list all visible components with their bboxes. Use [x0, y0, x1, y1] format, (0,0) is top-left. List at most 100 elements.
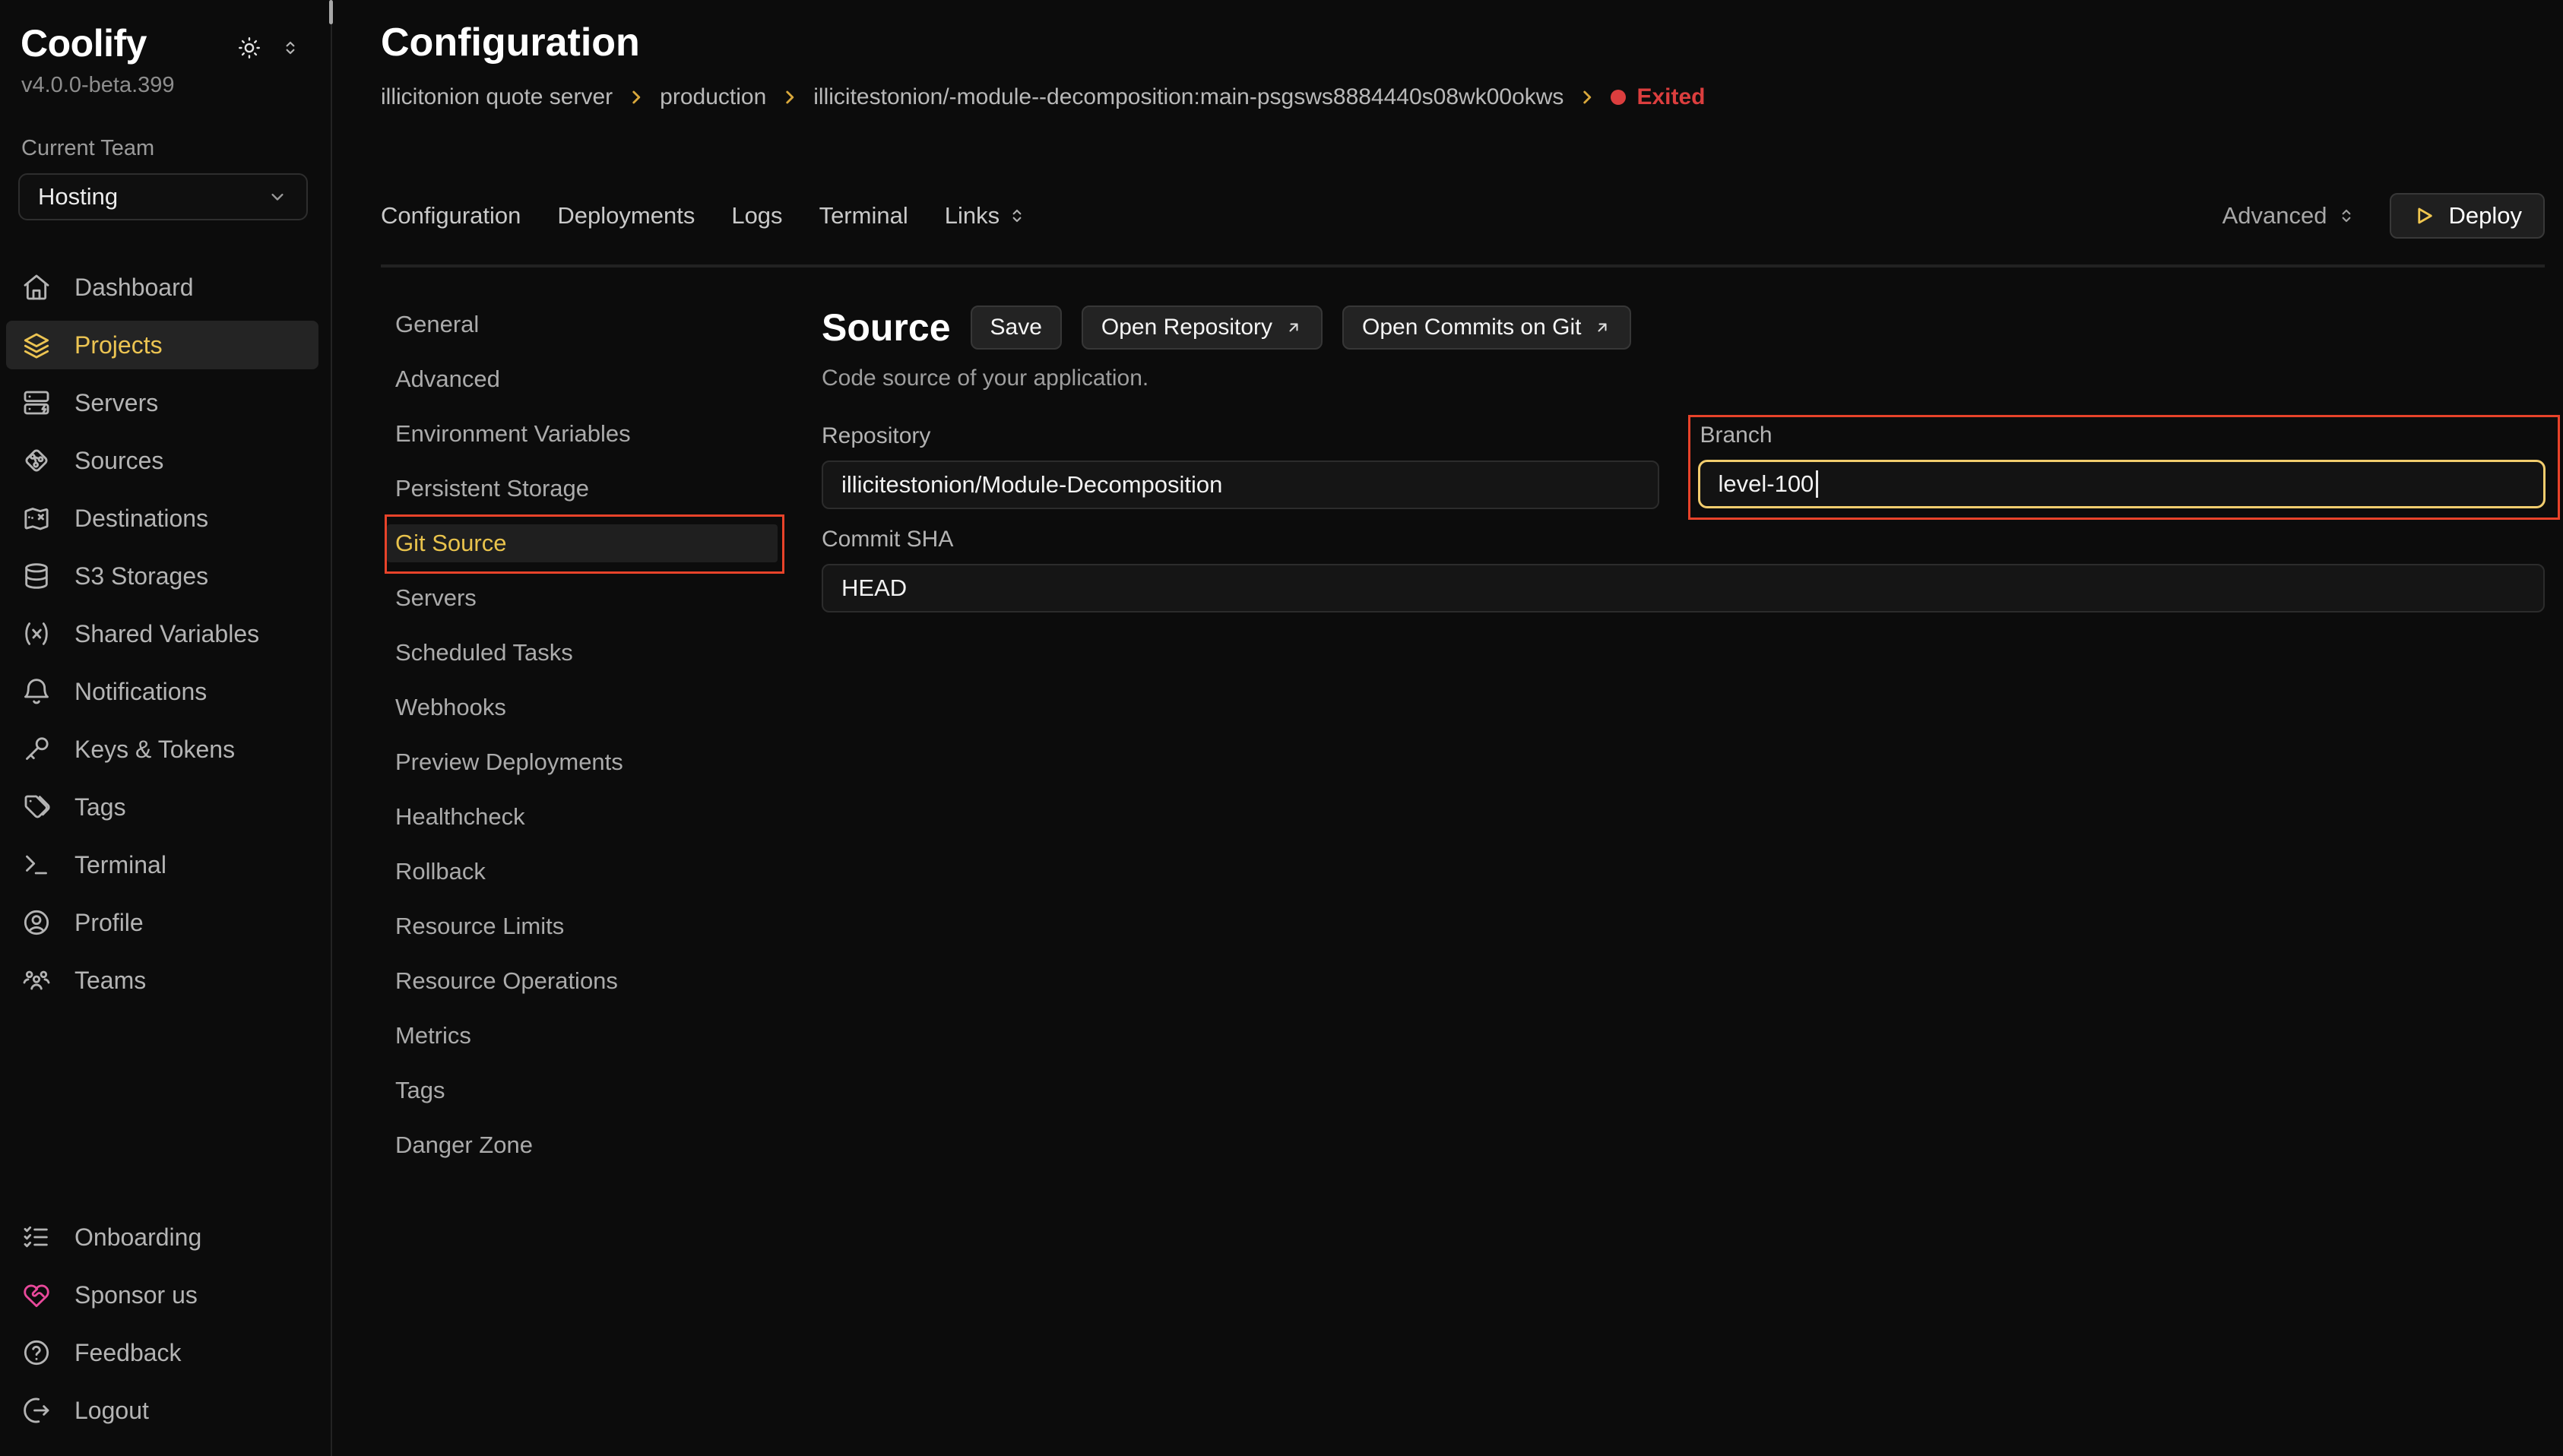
help-icon [21, 1337, 52, 1368]
logout-icon [21, 1395, 52, 1426]
sidebar-item-onboarding[interactable]: Onboarding [6, 1213, 318, 1261]
sidebar-item-label: Sources [74, 447, 163, 475]
subnav-item-tags[interactable]: Tags [387, 1071, 778, 1109]
subnav-item-persistent-storage[interactable]: Persistent Storage [387, 470, 778, 508]
sidebar-item-label: Profile [74, 909, 144, 937]
sidebar-item-profile[interactable]: Profile [6, 898, 318, 947]
sidebar-item-label: S3 Storages [74, 562, 208, 590]
branch-input[interactable]: level-100 [1698, 460, 2546, 508]
external-link-icon [1285, 318, 1303, 337]
users-icon [21, 965, 52, 995]
subnav-item-git-source[interactable]: Git Source [387, 524, 778, 562]
sidebar-item-label: Notifications [74, 678, 207, 706]
variables-icon [21, 619, 52, 649]
chevrons-up-down-icon [1007, 206, 1027, 226]
sidebar-item-notifications[interactable]: Notifications [6, 667, 318, 716]
tags-icon [21, 792, 52, 822]
git-icon [21, 445, 52, 476]
sidebar-item-label: Onboarding [74, 1223, 201, 1252]
commit-sha-label: Commit SHA [822, 526, 2545, 553]
sidebar-item-teams[interactable]: Teams [6, 956, 318, 1005]
source-description: Code source of your application. [822, 365, 2545, 392]
server-icon [21, 388, 52, 418]
subnav-item-general[interactable]: General [387, 305, 778, 343]
subnav-item-preview-deployments[interactable]: Preview Deployments [387, 743, 778, 781]
status-dot [1611, 90, 1626, 105]
subnav-item-metrics[interactable]: Metrics [387, 1017, 778, 1055]
sidebar-item-keys-tokens[interactable]: Keys & Tokens [6, 725, 318, 774]
breadcrumb: illicitonion quote server production [381, 84, 2545, 111]
sidebar-item-s3-storages[interactable]: S3 Storages [6, 552, 318, 600]
tab-logs[interactable]: Logs [731, 201, 782, 230]
sidebar-item-label: Destinations [74, 505, 208, 533]
database-icon [21, 561, 52, 591]
sidebar-item-dashboard[interactable]: Dashboard [6, 263, 318, 312]
repository-input[interactable]: illicitestonion/Module-Decomposition [822, 461, 1659, 509]
tab-deployments[interactable]: Deployments [557, 201, 695, 230]
sidebar: Coolify v4.0.0-beta.399 Current Team Hos… [0, 0, 332, 1456]
subnav-item-webhooks[interactable]: Webhooks [387, 688, 778, 726]
branch-annotation-box: Branch level-100 [1688, 415, 2561, 520]
subnav-item-servers[interactable]: Servers [387, 579, 778, 617]
breadcrumb-separator-icon [1577, 87, 1597, 107]
chevrons-up-down-icon [2336, 206, 2356, 226]
subnav-item-resource-limits[interactable]: Resource Limits [387, 907, 778, 945]
open-commits-button[interactable]: Open Commits on Git [1342, 305, 1631, 350]
sidebar-item-label: Keys & Tokens [74, 736, 235, 764]
theme-sun-icon[interactable] [236, 35, 262, 61]
tabs: Configuration Deployments [381, 201, 1027, 230]
page-title: Configuration [381, 20, 2545, 65]
tab-configuration[interactable]: Configuration [381, 201, 521, 230]
sidebar-item-label: Teams [74, 967, 146, 995]
status-badge: Exited [1611, 84, 1705, 111]
current-team-label: Current Team [0, 136, 331, 161]
terminal-icon [21, 850, 52, 880]
subnav-item-environment-variables[interactable]: Environment Variables [387, 415, 778, 453]
subnav-item-scheduled-tasks[interactable]: Scheduled Tasks [387, 634, 778, 672]
sidebar-item-feedback[interactable]: Feedback [6, 1328, 318, 1377]
sidebar-item-label: Logout [74, 1397, 149, 1425]
sidebar-item-label: Projects [74, 331, 163, 359]
external-link-icon [1593, 318, 1611, 337]
sidebar-item-sources[interactable]: Sources [6, 436, 318, 485]
deploy-button[interactable]: Deploy [2390, 193, 2546, 239]
source-heading: Source [822, 305, 951, 350]
open-repository-button[interactable]: Open Repository [1082, 305, 1323, 350]
sidebar-item-sponsor-us[interactable]: Sponsor us [6, 1271, 318, 1319]
text-cursor [1816, 470, 1818, 498]
subnav-item-advanced[interactable]: Advanced [387, 360, 778, 398]
subnav-item-danger-zone[interactable]: Danger Zone [387, 1126, 778, 1164]
main-content: Configuration illicitonion quote server … [332, 0, 2563, 1456]
checklist-icon [21, 1222, 52, 1252]
sidebar-item-projects[interactable]: Projects [6, 321, 318, 369]
sidebar-footer-nav: Onboarding Sponsor us Feedback Logout [0, 1213, 331, 1456]
subnav-item-rollback[interactable]: Rollback [387, 853, 778, 891]
theme-selector-chevrons-icon[interactable] [280, 38, 300, 58]
tabs-row: Configuration Deployments [381, 193, 2545, 267]
sidebar-item-tags[interactable]: Tags [6, 783, 318, 831]
tab-terminal[interactable]: Terminal [819, 201, 908, 230]
advanced-dropdown[interactable]: Advanced [2222, 202, 2356, 229]
branch-label: Branch [1700, 422, 2546, 449]
subnav-item-healthcheck[interactable]: Healthcheck [387, 798, 778, 836]
commit-sha-input[interactable]: HEAD [822, 564, 2545, 612]
sidebar-item-label: Servers [74, 389, 158, 417]
sidebar-item-shared-variables[interactable]: Shared Variables [6, 609, 318, 658]
sidebar-item-terminal[interactable]: Terminal [6, 840, 318, 889]
sidebar-item-label: Shared Variables [74, 620, 259, 648]
sidebar-item-destinations[interactable]: Destinations [6, 494, 318, 543]
breadcrumb-separator-icon [780, 87, 800, 107]
settings-subnav: General Advanced Environment Variables P… [381, 305, 788, 1181]
sidebar-nav: Dashboard Projects Servers Sources Desti… [0, 263, 331, 1014]
commit-sha-field: Commit SHA HEAD [822, 526, 2545, 612]
breadcrumb-separator-icon [626, 87, 646, 107]
team-select[interactable]: Hosting [18, 173, 308, 220]
tab-links[interactable]: Links [945, 201, 1027, 230]
sidebar-item-servers[interactable]: Servers [6, 378, 318, 427]
layers-icon [21, 330, 52, 360]
heart-icon [21, 1280, 52, 1310]
sidebar-item-label: Terminal [74, 851, 166, 879]
subnav-item-resource-operations[interactable]: Resource Operations [387, 962, 778, 1000]
sidebar-item-logout[interactable]: Logout [6, 1386, 318, 1435]
save-button[interactable]: Save [971, 305, 1062, 350]
